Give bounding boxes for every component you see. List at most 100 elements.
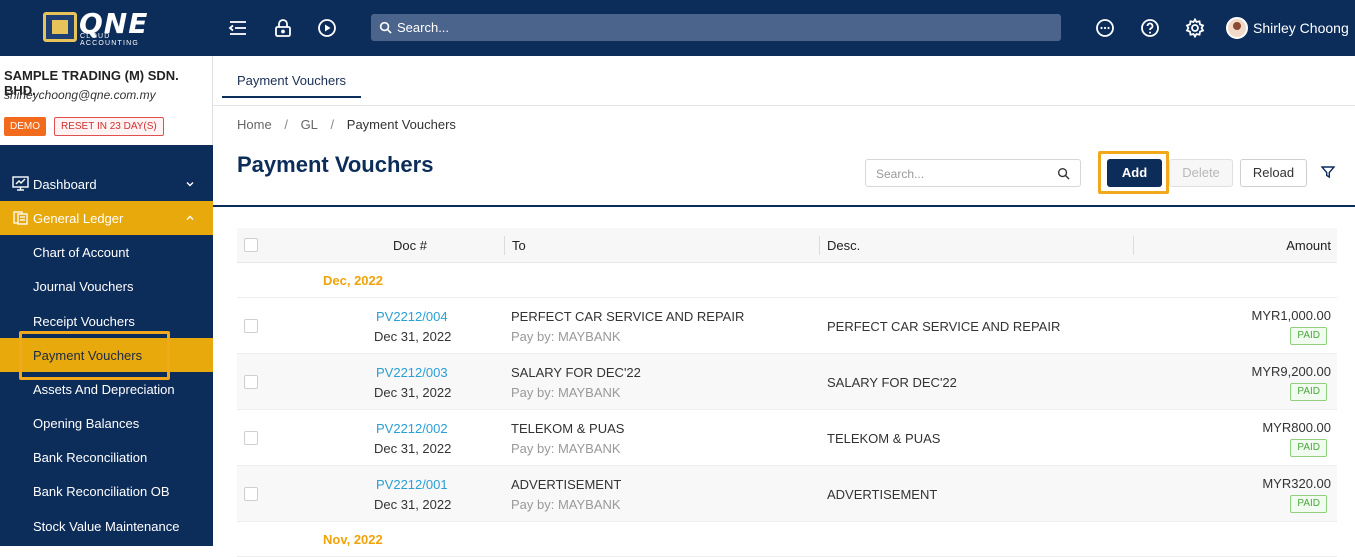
- logo-mark: [43, 12, 77, 42]
- doc-date: Dec 31, 2022: [374, 441, 452, 456]
- row-checkbox[interactable]: [244, 319, 258, 333]
- reload-button[interactable]: Reload: [1240, 159, 1307, 187]
- doc-number-link[interactable]: PV2212/001: [376, 477, 448, 492]
- sidebar-item-payment-vouchers[interactable]: Payment Vouchers: [0, 338, 213, 372]
- doc-number-link[interactable]: PV2212/003: [376, 365, 448, 380]
- payee: SALARY FOR DEC'22: [511, 365, 641, 380]
- table-header: Doc # To Desc. Amount: [237, 228, 1337, 263]
- add-button[interactable]: Add: [1107, 159, 1162, 187]
- menu-collapse-icon[interactable]: [227, 17, 249, 39]
- breadcrumb-current: Payment Vouchers: [346, 117, 456, 132]
- search-icon[interactable]: [1057, 167, 1070, 180]
- sidebar-item-label: Bank Reconciliation OB: [33, 484, 170, 499]
- settings-gear-icon[interactable]: [1184, 17, 1206, 39]
- pay-by: Pay by: MAYBANK: [511, 441, 621, 456]
- breadcrumb: Home / GL / Payment Vouchers: [237, 117, 456, 132]
- user-avatar[interactable]: [1226, 17, 1248, 39]
- filter-icon[interactable]: [1321, 165, 1335, 179]
- row-checkbox[interactable]: [244, 375, 258, 389]
- breadcrumb-separator: /: [330, 117, 335, 132]
- description: SALARY FOR DEC'22: [827, 375, 957, 390]
- sidebar-item-stock-value-maintenance[interactable]: Stock Value Maintenance: [0, 509, 213, 543]
- sidebar-item-label: Bank Reconciliation: [33, 450, 148, 465]
- dashboard-monitor-icon: [12, 176, 29, 191]
- breadcrumb-separator: /: [284, 117, 288, 132]
- sidebar-item-label: Journal Vouchers: [33, 279, 134, 294]
- status-badge: PAID: [1290, 495, 1327, 513]
- global-search-placeholder: Search...: [397, 20, 450, 35]
- tab-payment-vouchers[interactable]: Payment Vouchers: [222, 56, 361, 98]
- sidebar-item-label: Assets And Depreciation: [33, 382, 175, 397]
- list-search-input[interactable]: Search...: [865, 159, 1081, 187]
- table-row[interactable]: PV2212/004 Dec 31, 2022 PERFECT CAR SERV…: [237, 298, 1337, 354]
- doc-date: Dec 31, 2022: [374, 385, 452, 400]
- amount: MYR320.00: [1262, 476, 1331, 491]
- global-search-input[interactable]: Search...: [371, 14, 1061, 41]
- column-resizer[interactable]: [504, 236, 505, 255]
- help-icon[interactable]: [1139, 17, 1161, 39]
- table-row[interactable]: PV2212/002 Dec 31, 2022 TELEKOM & PUAS P…: [237, 410, 1337, 466]
- column-header-to[interactable]: To: [512, 238, 526, 253]
- description: PERFECT CAR SERVICE AND REPAIR: [827, 319, 1061, 334]
- table-row[interactable]: PV2212/003 Dec 31, 2022 SALARY FOR DEC'2…: [237, 354, 1337, 410]
- sidebar-item-dashboard[interactable]: Dashboard: [0, 167, 213, 201]
- sidebar-item-assets-and-depreciation[interactable]: Assets And Depreciation: [0, 372, 213, 406]
- sidebar-item-label: General Ledger: [33, 211, 124, 226]
- sidebar-item-label: Chart of Account: [33, 245, 130, 260]
- app-logo[interactable]: QNE CLOUD ACCOUNTING: [43, 7, 171, 47]
- chat-icon[interactable]: [1094, 17, 1116, 39]
- search-icon: [379, 21, 392, 34]
- status-badge: PAID: [1290, 383, 1327, 401]
- sidebar-item-label: Payment Vouchers: [33, 348, 143, 363]
- select-all-checkbox[interactable]: [244, 238, 258, 252]
- top-bar: QNE CLOUD ACCOUNTING Search... Shirley C…: [0, 0, 1355, 56]
- group-label: Dec, 2022: [323, 273, 383, 288]
- chevron-down-icon: [186, 182, 194, 187]
- column-resizer[interactable]: [1133, 236, 1134, 255]
- column-header-amount[interactable]: Amount: [1286, 238, 1331, 253]
- column-header-doc[interactable]: Doc #: [393, 238, 427, 253]
- status-badge: PAID: [1290, 327, 1327, 345]
- lock-icon[interactable]: [272, 17, 294, 39]
- pay-by: Pay by: MAYBANK: [511, 497, 621, 512]
- status-badge: PAID: [1290, 439, 1327, 457]
- sidebar-item-general-ledger[interactable]: General Ledger: [0, 201, 213, 235]
- sidebar-item-label: Stock Value Maintenance: [33, 519, 180, 534]
- breadcrumb-gl[interactable]: GL: [301, 117, 318, 132]
- doc-date: Dec 31, 2022: [374, 497, 452, 512]
- column-resizer[interactable]: [819, 236, 820, 255]
- ledger-books-icon: [13, 211, 28, 225]
- amount: MYR1,000.00: [1251, 308, 1332, 323]
- sidebar-item-opening-balances[interactable]: Opening Balances: [0, 406, 213, 440]
- doc-date: Dec 31, 2022: [374, 329, 452, 344]
- row-checkbox[interactable]: [244, 431, 258, 445]
- pay-by: Pay by: MAYBANK: [511, 329, 621, 344]
- group-label: Nov, 2022: [323, 532, 383, 547]
- doc-number-link[interactable]: PV2212/004: [376, 309, 448, 324]
- active-tab-indicator: [222, 96, 361, 98]
- amount: MYR9,200.00: [1251, 364, 1332, 379]
- sidebar-item-journal-vouchers[interactable]: Journal Vouchers: [0, 269, 213, 303]
- column-header-desc[interactable]: Desc.: [827, 238, 860, 253]
- row-checkbox[interactable]: [244, 487, 258, 501]
- play-icon[interactable]: [316, 17, 338, 39]
- logo-subtitle: CLOUD ACCOUNTING: [80, 33, 140, 47]
- sidebar: Dashboard General Ledger Chart of Accoun…: [0, 145, 213, 546]
- sidebar-item-bank-reconciliation[interactable]: Bank Reconciliation: [0, 440, 213, 474]
- table-row[interactable]: PV2212/001 Dec 31, 2022 ADVERTISEMENT Pa…: [237, 466, 1337, 522]
- payee: ADVERTISEMENT: [511, 477, 622, 492]
- delete-button[interactable]: Delete: [1169, 159, 1233, 187]
- doc-number-link[interactable]: PV2212/002: [376, 421, 448, 436]
- sidebar-item-bank-reconciliation-ob[interactable]: Bank Reconciliation OB: [0, 474, 213, 508]
- reset-countdown-badge: RESET IN 23 DAY(S): [54, 117, 164, 136]
- group-header: Dec, 2022: [237, 263, 1337, 298]
- user-name[interactable]: Shirley Choong: [1253, 20, 1349, 36]
- breadcrumb-home[interactable]: Home: [237, 117, 272, 132]
- sidebar-item-receipt-vouchers[interactable]: Receipt Vouchers: [0, 304, 213, 338]
- sidebar-item-label: Opening Balances: [33, 416, 140, 431]
- user-email: shirleychoong@qne.com.my: [4, 88, 156, 102]
- sidebar-item-chart-of-account[interactable]: Chart of Account: [0, 235, 213, 269]
- description: TELEKOM & PUAS: [827, 431, 941, 446]
- account-info-panel: SAMPLE TRADING (M) SDN. BHD. shirleychoo…: [0, 56, 213, 145]
- pay-by: Pay by: MAYBANK: [511, 385, 621, 400]
